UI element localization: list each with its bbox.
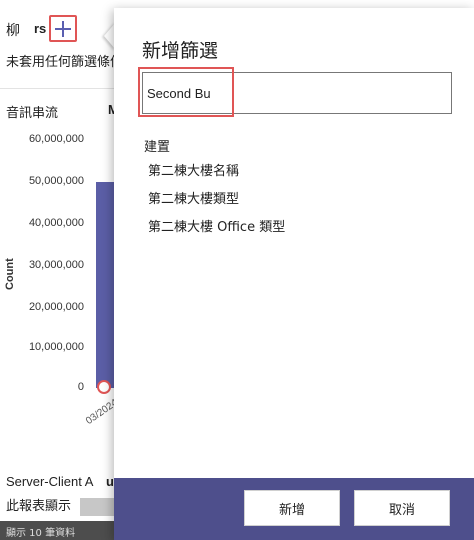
y-axis-label: Count xyxy=(4,258,16,290)
y-tick-label: 30,000,000 xyxy=(28,259,84,271)
y-tick-label: 0 xyxy=(77,381,84,393)
add-filter-button[interactable] xyxy=(49,15,77,42)
y-tick-label: 50,000,000 xyxy=(28,175,84,187)
table-footer: 顯示 10 筆資料 xyxy=(0,521,120,540)
y-tick-label: 20,000,000 xyxy=(28,301,84,313)
chart-bar[interactable] xyxy=(96,182,116,388)
section-title: 音訊串流 xyxy=(6,106,59,121)
flyout-title: 新增篩選 xyxy=(142,40,219,62)
y-tick-label: 10,000,000 xyxy=(28,341,84,353)
add-filter-flyout: 新增篩選 建置 第二棟大樓名稱 第二棟大樓類型 第二棟大樓 Office 類型 … xyxy=(114,8,474,540)
cancel-button[interactable]: 取消 xyxy=(354,490,450,526)
filter-option[interactable]: 第二棟大樓類型 xyxy=(148,188,239,207)
filter-option[interactable]: 第二棟大樓名稱 xyxy=(148,160,239,179)
option-group-header: 建置 xyxy=(144,140,171,155)
filter-search-input[interactable] xyxy=(147,81,447,105)
table-header-bold: u xyxy=(106,474,114,489)
no-filter-text: 未套用任何篩選條件 xyxy=(6,55,124,70)
y-tick-label: 40,000,000 xyxy=(28,217,84,229)
report-description: 此報表顯示 xyxy=(6,499,72,514)
flyout-footer: 新增 取消 xyxy=(114,478,474,540)
filter-title-char: 柳 xyxy=(6,23,20,39)
data-point-marker[interactable] xyxy=(97,380,111,394)
table-header: Server-Client A xyxy=(6,474,94,489)
plus-icon xyxy=(55,20,71,37)
filter-option[interactable]: 第二棟大樓 Office 類型 xyxy=(148,216,285,235)
filter-title-bold: rs xyxy=(34,21,47,36)
y-tick-label: 60,000,000 xyxy=(28,133,84,145)
add-button[interactable]: 新增 xyxy=(244,490,340,526)
filter-search-box[interactable] xyxy=(142,72,452,114)
